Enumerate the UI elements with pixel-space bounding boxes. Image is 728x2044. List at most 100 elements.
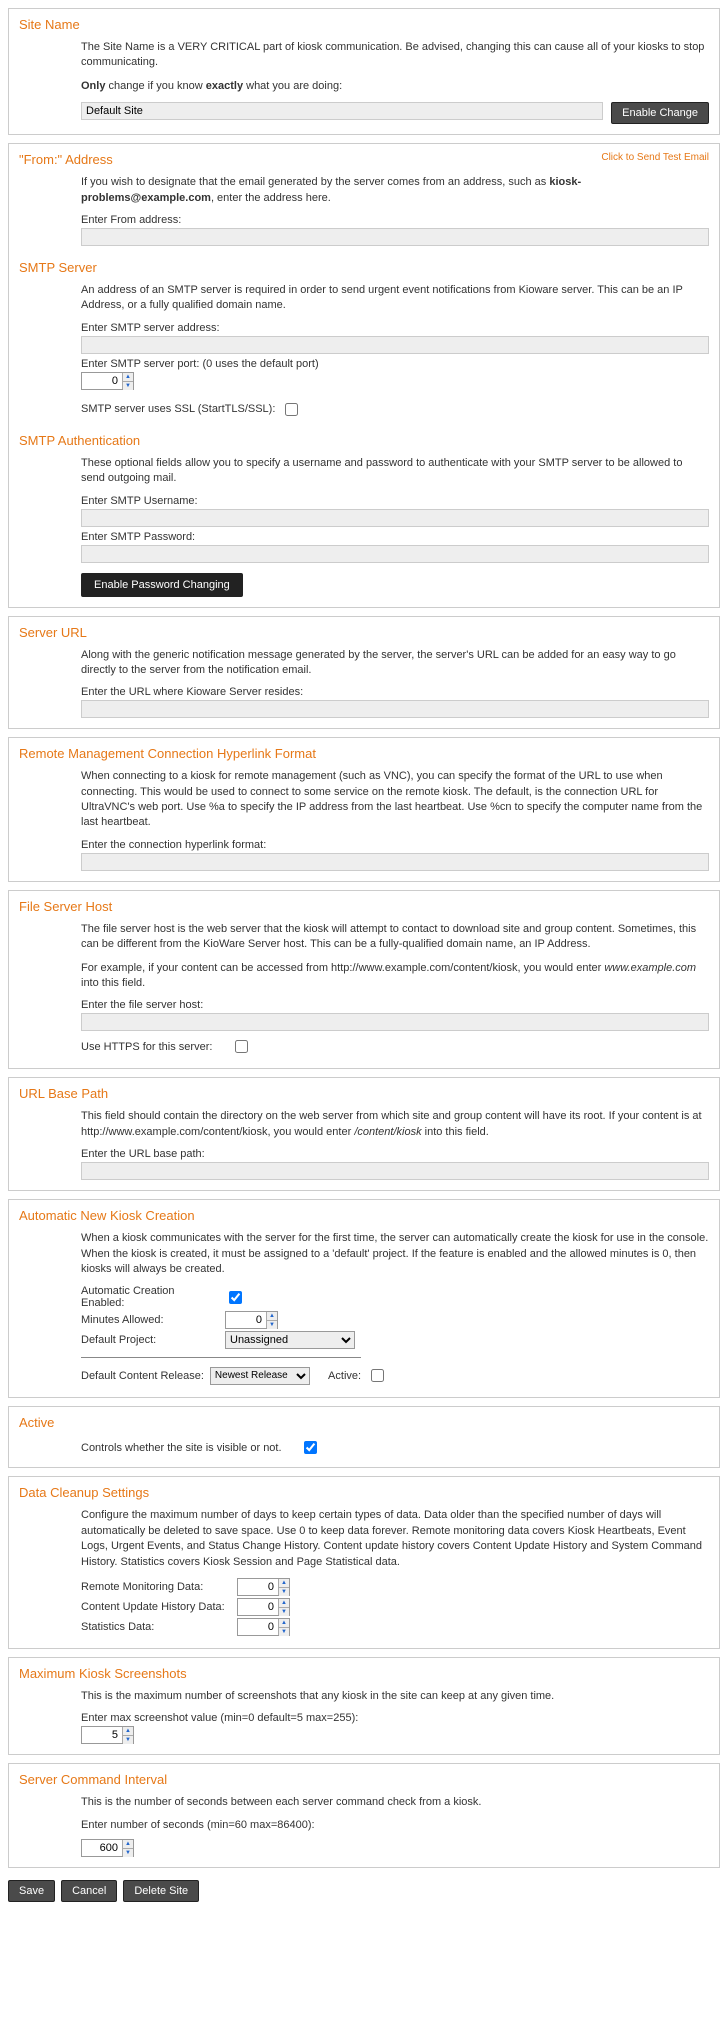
release-select[interactable]: Newest Release	[210, 1367, 310, 1385]
file-server-desc1: The file server host is the web server t…	[81, 922, 709, 953]
up-arrow-icon[interactable]: ▲	[267, 1312, 277, 1321]
remote-data-input[interactable]: ▲▼	[237, 1578, 290, 1596]
remote-panel: Remote Management Connection Hyperlink F…	[8, 737, 720, 882]
from-input[interactable]	[81, 228, 709, 246]
cleanup-panel: Data Cleanup Settings Configure the maxi…	[8, 1476, 720, 1649]
server-url-panel: Server URL Along with the generic notifi…	[8, 616, 720, 730]
https-checkbox[interactable]	[235, 1040, 248, 1053]
screenshots-panel: Maximum Kiosk Screenshots This is the ma…	[8, 1657, 720, 1755]
server-url-label: Enter the URL where Kioware Server resid…	[81, 686, 709, 698]
screenshots-label: Enter max screenshot value (min=0 defaul…	[81, 1712, 709, 1724]
release-active-checkbox[interactable]	[371, 1369, 384, 1382]
auto-enabled-label: Automatic Creation Enabled:	[81, 1285, 219, 1309]
up-arrow-icon[interactable]: ▲	[279, 1599, 289, 1608]
file-server-desc2: For example, if your content can be acce…	[81, 961, 709, 992]
up-arrow-icon[interactable]: ▲	[279, 1579, 289, 1588]
active-desc: Controls whether the site is visible or …	[81, 1442, 282, 1454]
release-label: Default Content Release:	[81, 1370, 204, 1382]
divider	[81, 1357, 361, 1358]
down-arrow-icon[interactable]: ▼	[123, 382, 133, 390]
stats-data-input[interactable]: ▲▼	[237, 1618, 290, 1636]
smtp-auth-desc: These optional fields allow you to speci…	[81, 456, 709, 487]
smtp-port-input[interactable]: ▲▼	[81, 372, 134, 390]
minutes-input[interactable]: ▲▼	[225, 1311, 278, 1329]
smtp-user-input[interactable]	[81, 509, 709, 527]
screenshots-input[interactable]: ▲▼	[81, 1726, 134, 1744]
base-path-title: URL Base Path	[19, 1086, 709, 1101]
remote-label: Enter the connection hyperlink format:	[81, 839, 709, 851]
minutes-label: Minutes Allowed:	[81, 1314, 219, 1326]
down-arrow-icon[interactable]: ▼	[267, 1321, 277, 1329]
smtp-title: SMTP Server	[19, 260, 709, 275]
auto-kiosk-desc: When a kiosk communicates with the serve…	[81, 1231, 709, 1277]
auto-kiosk-panel: Automatic New Kiosk Creation When a kios…	[8, 1199, 720, 1398]
screenshots-title: Maximum Kiosk Screenshots	[19, 1666, 709, 1681]
down-arrow-icon[interactable]: ▼	[279, 1588, 289, 1596]
interval-input[interactable]: ▲▼	[81, 1839, 134, 1857]
site-name-input[interactable]	[81, 102, 603, 120]
down-arrow-icon[interactable]: ▼	[123, 1849, 133, 1857]
enable-password-button[interactable]: Enable Password Changing	[81, 573, 243, 597]
project-select[interactable]: Unassigned	[225, 1331, 355, 1349]
interval-panel: Server Command Interval This is the numb…	[8, 1763, 720, 1867]
up-arrow-icon[interactable]: ▲	[279, 1619, 289, 1628]
up-arrow-icon[interactable]: ▲	[123, 1840, 133, 1849]
smtp-auth-title: SMTP Authentication	[19, 433, 709, 448]
auto-kiosk-title: Automatic New Kiosk Creation	[19, 1208, 709, 1223]
file-server-label: Enter the file server host:	[81, 999, 709, 1011]
down-arrow-icon[interactable]: ▼	[279, 1608, 289, 1616]
project-label: Default Project:	[81, 1334, 219, 1346]
smtp-desc: An address of an SMTP server is required…	[81, 283, 709, 314]
base-path-input[interactable]	[81, 1162, 709, 1180]
bottom-bar: Save Cancel Delete Site	[8, 1876, 720, 1910]
site-name-panel: Site Name The Site Name is a VERY CRITIC…	[8, 8, 720, 135]
file-server-title: File Server Host	[19, 899, 709, 914]
delete-site-button[interactable]: Delete Site	[123, 1880, 199, 1902]
content-data-input[interactable]: ▲▼	[237, 1598, 290, 1616]
auto-enabled-checkbox[interactable]	[229, 1291, 242, 1304]
file-server-input[interactable]	[81, 1013, 709, 1031]
active-title: Active	[19, 1415, 709, 1430]
email-panel: Click to Send Test Email "From:" Address…	[8, 143, 720, 607]
up-arrow-icon[interactable]: ▲	[123, 373, 133, 382]
active-panel: Active Controls whether the site is visi…	[8, 1406, 720, 1468]
https-label: Use HTTPS for this server:	[81, 1041, 212, 1053]
stats-data-label: Statistics Data:	[81, 1621, 231, 1633]
base-path-desc: This field should contain the directory …	[81, 1109, 709, 1140]
smtp-ssl-label: SMTP server uses SSL (StartTLS/SSL):	[81, 403, 275, 415]
smtp-port-label: Enter SMTP server port: (0 uses the defa…	[81, 358, 709, 370]
remote-title: Remote Management Connection Hyperlink F…	[19, 746, 709, 761]
remote-desc: When connecting to a kiosk for remote ma…	[81, 769, 709, 831]
server-url-title: Server URL	[19, 625, 709, 640]
base-path-label: Enter the URL base path:	[81, 1148, 709, 1160]
up-arrow-icon[interactable]: ▲	[123, 1727, 133, 1736]
from-desc: If you wish to designate that the email …	[81, 175, 709, 206]
smtp-ssl-checkbox[interactable]	[285, 403, 298, 416]
down-arrow-icon[interactable]: ▼	[123, 1736, 133, 1744]
smtp-pass-label: Enter SMTP Password:	[81, 531, 709, 543]
interval-label: Enter number of seconds (min=60 max=8640…	[81, 1819, 709, 1831]
site-name-title: Site Name	[19, 17, 709, 32]
interval-desc: This is the number of seconds between ea…	[81, 1795, 709, 1810]
active-label: Active:	[328, 1370, 361, 1382]
site-name-desc1: The Site Name is a VERY CRITICAL part of…	[81, 40, 709, 71]
save-button[interactable]: Save	[8, 1880, 55, 1902]
screenshots-desc: This is the maximum number of screenshot…	[81, 1689, 709, 1704]
interval-title: Server Command Interval	[19, 1772, 709, 1787]
enable-change-button[interactable]: Enable Change	[611, 102, 709, 124]
send-test-email-link[interactable]: Click to Send Test Email	[601, 152, 709, 163]
down-arrow-icon[interactable]: ▼	[279, 1628, 289, 1636]
cancel-button[interactable]: Cancel	[61, 1880, 117, 1902]
server-url-desc: Along with the generic notification mess…	[81, 648, 709, 679]
site-name-desc2: Only change if you know exactly what you…	[81, 79, 709, 94]
smtp-pass-input[interactable]	[81, 545, 709, 563]
active-checkbox[interactable]	[304, 1441, 317, 1454]
smtp-addr-label: Enter SMTP server address:	[81, 322, 709, 334]
smtp-addr-input[interactable]	[81, 336, 709, 354]
server-url-input[interactable]	[81, 700, 709, 718]
cleanup-desc: Configure the maximum number of days to …	[81, 1508, 709, 1570]
smtp-user-label: Enter SMTP Username:	[81, 495, 709, 507]
remote-input[interactable]	[81, 853, 709, 871]
remote-data-label: Remote Monitoring Data:	[81, 1581, 231, 1593]
cleanup-title: Data Cleanup Settings	[19, 1485, 709, 1500]
